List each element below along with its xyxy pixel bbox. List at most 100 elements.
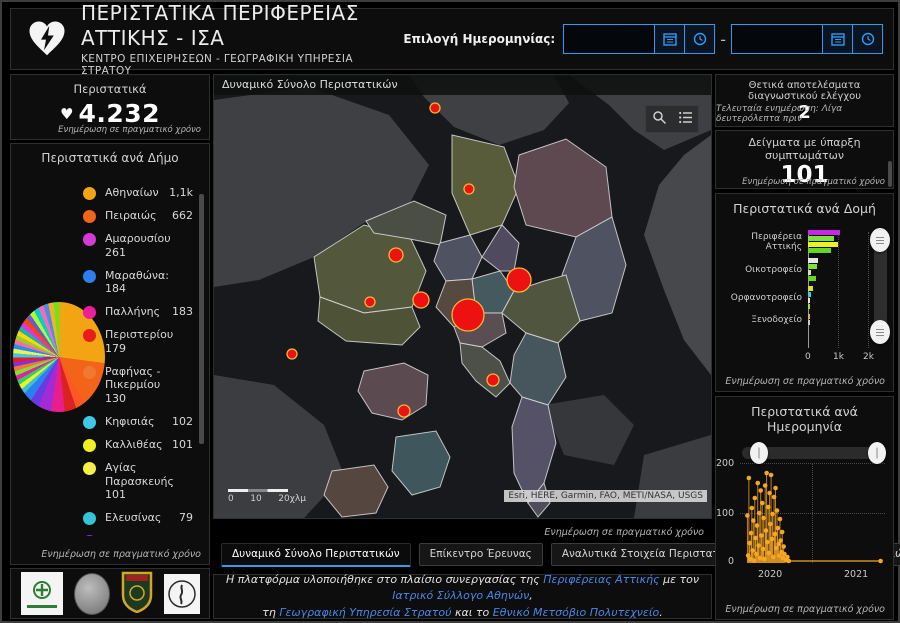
legend-item[interactable]: Ραφήνας - Πικερμίου130 [83, 365, 193, 406]
data-point[interactable] [773, 486, 778, 491]
header: ΠΕΡΙΣΤΑΤΙΚΑ ΠΕΡΙΦΕΡΕΙΑΣ ΑΤΤΙΚΗΣ - ΙΣΑ ΚΕ… [10, 8, 894, 70]
data-point[interactable] [750, 506, 755, 511]
incident-marker[interactable] [365, 297, 375, 307]
bar[interactable] [808, 304, 810, 309]
data-point[interactable] [756, 543, 761, 548]
data-point[interactable] [781, 544, 786, 549]
legend-item[interactable]: Πειραιώς662 [83, 209, 193, 223]
legend-color-dot [83, 306, 96, 319]
incident-marker[interactable] [507, 268, 531, 292]
data-point[interactable] [770, 537, 775, 542]
bar[interactable] [808, 242, 838, 247]
legend-item[interactable]: Αθηναίων1,1k [83, 186, 193, 200]
footer-link[interactable]: Περιφέρειας Αττικής [543, 573, 659, 586]
slider-handle-top[interactable] [870, 228, 890, 252]
data-point[interactable] [760, 501, 765, 506]
legend-item[interactable]: Αγίας Παρασκευής101 [83, 461, 193, 502]
date-scatter-chart[interactable] [716, 397, 895, 597]
incident-marker[interactable] [452, 299, 484, 331]
data-point[interactable] [769, 473, 774, 478]
data-point[interactable] [750, 548, 755, 553]
footer-link[interactable]: Εθνικό Μετσόβιο Πολυτεχνείο [493, 606, 659, 619]
data-point[interactable] [764, 528, 769, 533]
bar[interactable] [808, 320, 810, 325]
incident-marker[interactable] [389, 248, 403, 262]
incident-marker[interactable] [464, 184, 474, 194]
bar[interactable] [808, 276, 816, 281]
bar[interactable] [808, 248, 831, 253]
legend-item[interactable]: Ελευσίνας79 [83, 511, 193, 525]
clock-icon[interactable] [684, 24, 715, 54]
tab-active[interactable]: Δυναμικό Σύνολο Περιστατικών [221, 543, 411, 567]
bar[interactable] [808, 286, 813, 291]
search-icon[interactable] [652, 110, 667, 129]
bar[interactable] [808, 298, 810, 303]
data-point[interactable] [755, 481, 760, 486]
structure-bar-chart[interactable]: Περιφέρεια Αττικής Οικοτροφείο Ορφανοτροφε… [716, 230, 893, 350]
legend-item[interactable]: Αμαρουσίου261 [83, 232, 193, 260]
panel-scrollbar[interactable] [888, 161, 892, 187]
bar-group[interactable]: Ξενοδοχείο [716, 314, 893, 325]
bar[interactable] [808, 270, 811, 275]
data-point[interactable] [768, 522, 773, 527]
tab-inactive[interactable]: Επίκεντρο Έρευνας [419, 543, 543, 566]
slider-handle-right[interactable] [868, 442, 886, 464]
footer-link[interactable]: Γεωγραφική Υπηρεσία Στρατού [279, 606, 451, 619]
calendar-icon[interactable] [822, 24, 853, 54]
army-geographical-service-shield-logo [121, 571, 153, 617]
incident-marker[interactable] [487, 374, 499, 386]
bar[interactable] [808, 236, 834, 241]
clock-icon[interactable] [852, 24, 883, 54]
date-from-input[interactable] [563, 24, 655, 54]
symptomatic-samples-panel: Δείγματα με ύπαρξη συμπτωμάτων 101 Ενημέ… [715, 130, 894, 189]
attica-map[interactable] [214, 75, 711, 518]
legend-item[interactable]: Καλλιθέας101 [83, 438, 193, 452]
data-point[interactable] [753, 496, 758, 501]
incident-marker[interactable] [287, 349, 297, 359]
data-point[interactable] [758, 488, 763, 493]
bar[interactable] [808, 292, 811, 297]
bar[interactable] [808, 264, 817, 269]
incident-marker[interactable] [398, 405, 410, 417]
incident-marker[interactable] [430, 103, 440, 113]
bar[interactable] [808, 314, 810, 319]
bar-group[interactable]: Περιφέρεια Αττικής [716, 230, 893, 253]
data-point[interactable] [764, 471, 769, 476]
data-point[interactable] [765, 540, 770, 545]
bar-group[interactable]: Ορφανοτροφείο [716, 286, 893, 309]
date-to-input[interactable] [731, 24, 823, 54]
data-point[interactable] [787, 559, 792, 564]
data-point[interactable] [749, 531, 754, 536]
calendar-icon[interactable] [654, 24, 685, 54]
slider-handle-bottom[interactable] [870, 320, 890, 344]
data-point[interactable] [772, 532, 777, 537]
data-point[interactable] [878, 559, 883, 564]
ntua-prometheus-seal-logo [164, 574, 200, 614]
legend-item[interactable]: Παλλήνης183 [83, 305, 193, 319]
data-point[interactable] [778, 517, 783, 522]
bar[interactable] [808, 258, 818, 263]
slider-handle-left[interactable] [750, 442, 768, 464]
footer-link[interactable]: Ιατρικό Σύλλογο Αθηνών [392, 589, 529, 602]
legend-item[interactable]: Κηφισιάς102 [83, 415, 193, 429]
data-point[interactable] [785, 555, 790, 560]
legend-item[interactable]: Περιστερίου179 [83, 328, 193, 356]
footer-text-segment: Η πλατφόρμα υλοποιήθηκε στο πλαίσιο συνε… [226, 573, 543, 586]
counter-value-row: ♥ 4.232 [11, 99, 209, 128]
legend-scrollbar[interactable] [199, 194, 204, 444]
legend-item[interactable]: Μαραθώνα:184 [83, 269, 193, 297]
data-point[interactable] [747, 476, 752, 481]
data-point[interactable] [755, 523, 760, 528]
legend-label: Καλλιθέας101 [105, 438, 193, 452]
footer-text-segment: , [529, 589, 533, 602]
legend-item[interactable] [83, 534, 193, 536]
data-point[interactable] [761, 547, 766, 552]
data-point[interactable] [775, 526, 780, 531]
data-point[interactable] [780, 530, 785, 535]
bar[interactable] [808, 230, 840, 235]
legend-list-icon[interactable] [678, 110, 693, 129]
incident-marker[interactable] [413, 292, 429, 308]
data-point[interactable] [759, 533, 764, 538]
bar-group[interactable]: Οικοτροφείο [716, 258, 893, 281]
data-point[interactable] [775, 508, 780, 513]
